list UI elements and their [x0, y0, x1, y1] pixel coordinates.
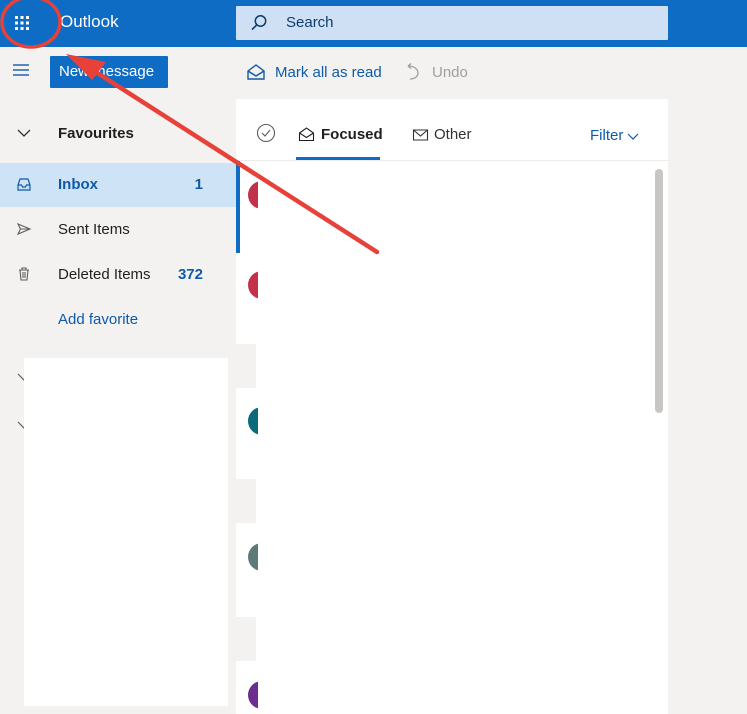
- search-icon: [250, 14, 268, 35]
- envelope-open-icon: [247, 64, 265, 80]
- message-list: Focused Other Filter: [236, 99, 668, 714]
- nav-item-sent-items[interactable]: Sent Items: [0, 208, 236, 252]
- reading-pane: [668, 99, 747, 714]
- top-bar: Outlook Search: [0, 0, 747, 47]
- undo-icon: [407, 63, 419, 80]
- search-input[interactable]: Search: [236, 6, 668, 40]
- app-launcher-icon[interactable]: [6, 8, 38, 38]
- command-bar: New message Mark all as read Undo: [0, 47, 747, 99]
- scrollbar-thumb[interactable]: [655, 169, 663, 413]
- group-header: [236, 479, 256, 523]
- undo-button[interactable]: Undo: [405, 63, 468, 81]
- nav-item-inbox[interactable]: Inbox 1: [0, 163, 236, 207]
- deleted-items-label: Deleted Items: [58, 266, 151, 283]
- tab-focused-indicator: [296, 157, 380, 160]
- select-all-checkbox[interactable]: [256, 123, 276, 146]
- inbox-icon: [16, 176, 32, 195]
- mail-icon: [412, 128, 429, 141]
- tab-other-label: Other: [434, 126, 472, 143]
- mark-all-read-label: Mark all as read: [275, 63, 382, 81]
- nav-item-deleted-items[interactable]: Deleted Items 372: [0, 253, 236, 297]
- group-header: [236, 617, 256, 661]
- undo-label: Undo: [432, 63, 468, 81]
- filter-label: Filter: [590, 127, 624, 144]
- send-icon: [16, 221, 32, 240]
- new-message-button[interactable]: New message: [50, 56, 168, 88]
- favourites-header[interactable]: Favourites: [0, 112, 236, 156]
- message-list-pivots: Focused Other Filter: [236, 99, 668, 161]
- inbox-count: 1: [194, 176, 203, 193]
- mark-all-read-button[interactable]: Mark all as read: [246, 63, 382, 81]
- tab-focused[interactable]: Focused: [298, 126, 383, 143]
- selected-message-indicator: [236, 161, 240, 253]
- hamburger-menu-icon[interactable]: [12, 63, 30, 80]
- group-header: [236, 344, 256, 388]
- redacted-message-content: [258, 162, 654, 714]
- filter-button[interactable]: Filter: [590, 127, 639, 144]
- folder-pane: Favourites Inbox 1 Sent Items Deleted It…: [0, 99, 236, 714]
- sent-items-label: Sent Items: [58, 221, 130, 238]
- tab-focused-label: Focused: [321, 126, 383, 143]
- chevron-down-icon: [16, 125, 32, 144]
- tab-other[interactable]: Other: [412, 126, 472, 143]
- trash-icon: [16, 266, 32, 285]
- search-placeholder: Search: [286, 14, 334, 31]
- favourites-label: Favourites: [58, 125, 134, 142]
- add-favorite-label: Add favorite: [58, 311, 139, 328]
- envelope-open-icon: [298, 127, 315, 142]
- add-favorite-link[interactable]: Add favorite: [0, 298, 236, 342]
- app-title[interactable]: Outlook: [60, 12, 119, 32]
- redacted-folder-area: [24, 358, 228, 706]
- chevron-down-icon: [627, 133, 639, 140]
- deleted-items-count: 372: [177, 266, 203, 283]
- inbox-label: Inbox: [58, 176, 98, 193]
